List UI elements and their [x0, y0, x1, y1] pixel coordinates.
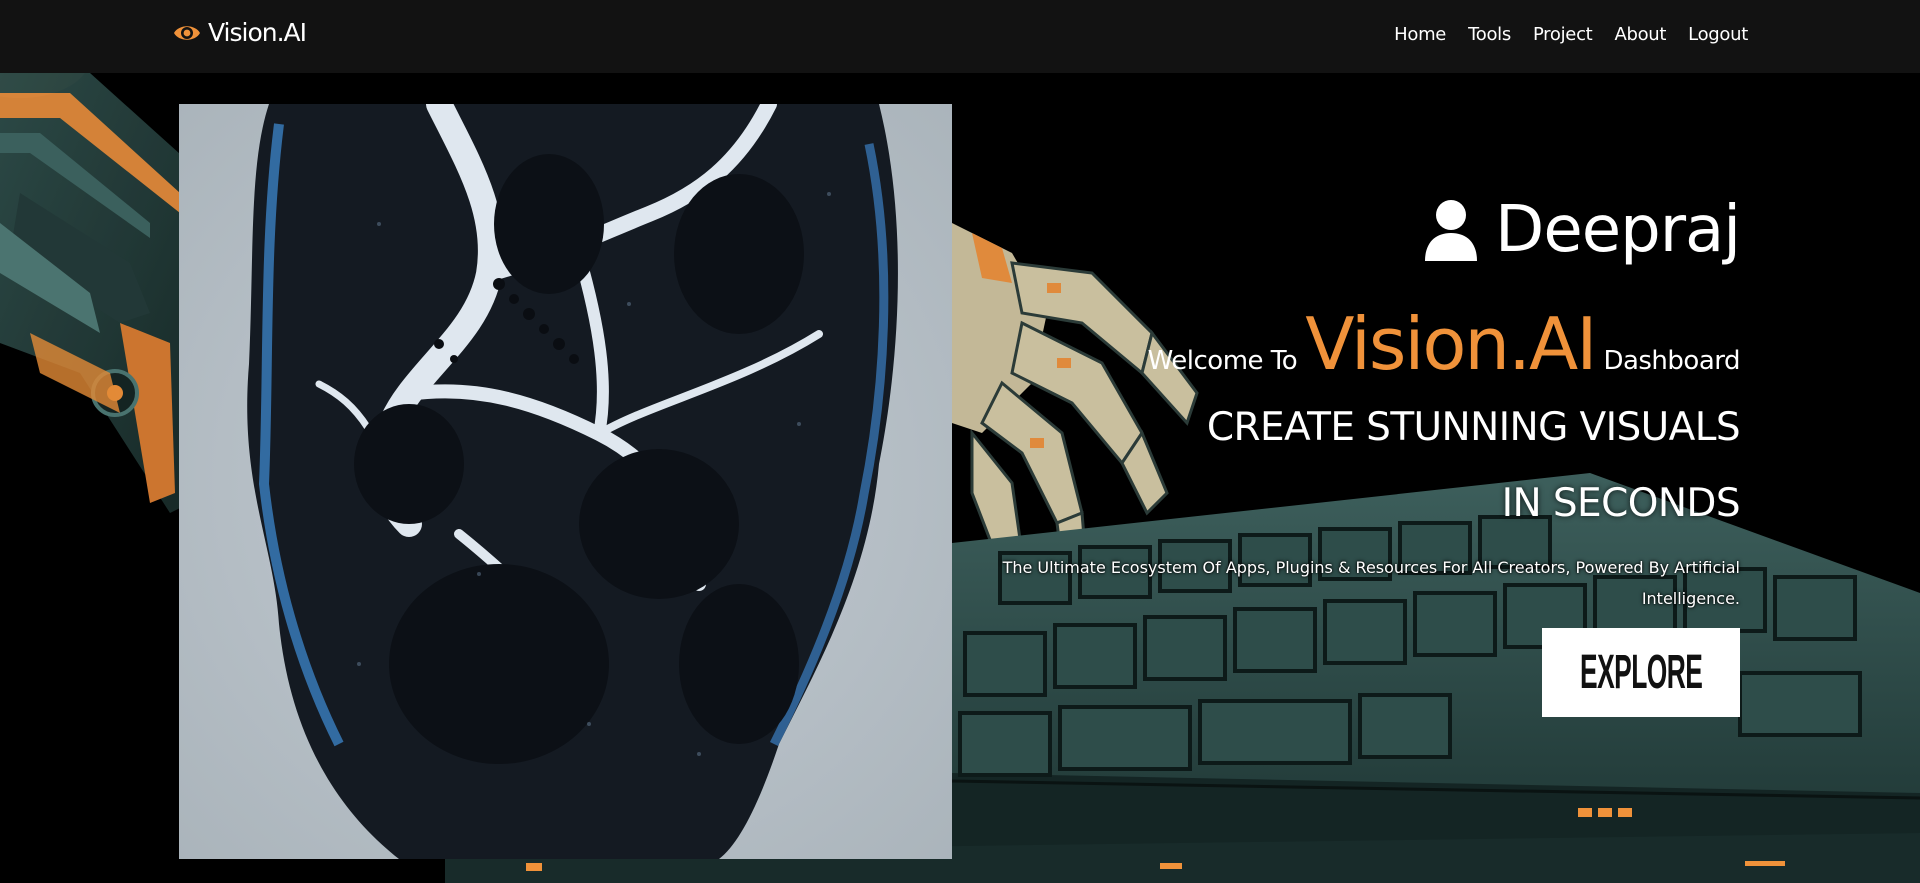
- explore-button-label: EXPLORE: [1579, 646, 1703, 699]
- brand-name: Vision.AI: [208, 18, 307, 47]
- user-greeting: Deepraj: [840, 190, 1741, 270]
- nav-logout-link[interactable]: Logout: [1688, 22, 1748, 48]
- eye-icon: [174, 26, 200, 40]
- explore-wrapper: EXPLORE: [840, 628, 1740, 717]
- nav-home-link[interactable]: Home: [1394, 22, 1446, 48]
- headline-line-1: CREATE STUNNING VISUALS: [1206, 405, 1741, 450]
- explore-button[interactable]: EXPLORE: [1542, 628, 1740, 717]
- nav-tools-link[interactable]: Tools: [1468, 22, 1511, 48]
- abstract-head-sculpture: [179, 104, 952, 859]
- welcome-heading: Welcome To Vision.AI Dashboard: [840, 302, 1741, 386]
- main-nav: Home Tools Project About Logout: [1394, 22, 1748, 48]
- navbar: Vision.AI Home Tools Project About Logou…: [0, 0, 1920, 73]
- hero-text-panel: Deepraj Welcome To Vision.AI Dashboard C…: [840, 190, 1741, 717]
- welcome-brand: Vision.AI: [1305, 302, 1597, 386]
- nav-project-link[interactable]: Project: [1533, 22, 1593, 48]
- nav-about-link[interactable]: About: [1614, 22, 1666, 48]
- welcome-suffix: Dashboard: [1603, 346, 1740, 376]
- brand-logo[interactable]: Vision.AI: [172, 18, 307, 48]
- left-robot-arm: [0, 73, 190, 513]
- user-name: Deepraj: [1495, 193, 1741, 267]
- welcome-prefix: Welcome To: [1147, 346, 1298, 376]
- tagline: The Ultimate Ecosystem Of Apps, Plugins …: [1002, 558, 1740, 608]
- headline-line-2: IN SECONDS: [1501, 481, 1741, 526]
- user-icon: [1425, 200, 1478, 261]
- hero-artwork-image: [179, 104, 952, 859]
